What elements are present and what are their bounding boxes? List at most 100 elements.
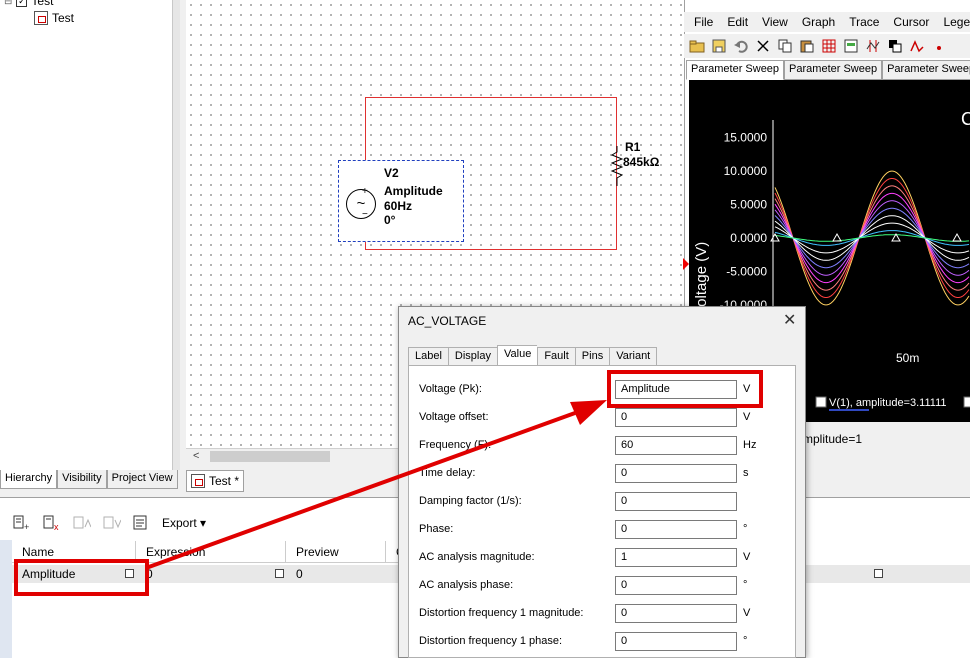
param-label: Frequency (F): xyxy=(419,439,492,451)
tab-label[interactable]: Label xyxy=(408,347,448,366)
legend-checkbox[interactable] xyxy=(815,396,827,408)
param-input[interactable]: 0 xyxy=(615,408,737,427)
col-header-expression[interactable]: Expression xyxy=(136,541,286,563)
plus-sign: + xyxy=(362,186,368,197)
ac-source-icon[interactable]: ~ xyxy=(346,189,376,219)
cell-preview[interactable]: 0 xyxy=(286,565,313,583)
grid-icon[interactable] xyxy=(820,37,838,55)
tab-hierarchy[interactable]: Hierarchy xyxy=(0,470,58,489)
overlay-icon[interactable] xyxy=(886,37,904,55)
tree-child-label: Test xyxy=(52,11,75,25)
tab-display[interactable]: Display xyxy=(447,347,497,366)
tree-scrollbar[interactable] xyxy=(172,0,180,470)
param-input[interactable]: 0 xyxy=(615,576,737,595)
tab-value[interactable]: Value xyxy=(497,345,538,366)
tab-pins[interactable]: Pins xyxy=(574,347,610,366)
grapher-tab-1[interactable]: Parameter Sweep xyxy=(686,60,785,80)
delete-row-icon[interactable]: x xyxy=(42,514,62,532)
cursors-icon[interactable] xyxy=(864,37,882,55)
sheet-tab-test[interactable]: Test * xyxy=(186,470,244,492)
tree-root-checkbox[interactable]: ✓ xyxy=(16,0,28,7)
grapher-toolbar xyxy=(684,34,970,58)
y-tick-label: -5.0000 xyxy=(726,265,767,279)
y-tick-label: 0.0000 xyxy=(730,231,767,245)
menu-trace[interactable]: Trace xyxy=(849,15,879,29)
waveform-icon[interactable] xyxy=(908,37,926,55)
param-input[interactable]: 1 xyxy=(615,548,737,567)
dialog-title: AC_VOLTAGE xyxy=(408,314,487,328)
canvas-scroll-thumb[interactable] xyxy=(210,451,330,462)
undo-icon[interactable] xyxy=(732,37,750,55)
open-folder-icon[interactable] xyxy=(688,37,706,55)
tab-project-view[interactable]: Project View xyxy=(106,470,178,489)
move-up-icon[interactable] xyxy=(72,514,92,532)
cut-icon[interactable] xyxy=(754,37,772,55)
spreadsheet-side-strip xyxy=(0,540,12,658)
tab-visibility[interactable]: Visibility xyxy=(57,470,107,489)
x-tick-label: 50m xyxy=(896,351,919,365)
tab-variant[interactable]: Variant xyxy=(609,347,658,366)
param-input[interactable]: 60 xyxy=(615,436,737,455)
grapher-tab-3[interactable]: Parameter Sweep xyxy=(882,60,970,80)
param-label: Damping factor (1/s): xyxy=(419,495,522,507)
grapher-tab-2[interactable]: Parameter Sweep xyxy=(784,60,883,80)
y-tick-label: 5.0000 xyxy=(730,198,767,212)
col-header-preview[interactable]: Preview xyxy=(286,541,386,563)
series-line xyxy=(774,234,970,242)
copy-icon[interactable] xyxy=(776,37,794,55)
left-panel-tabs: Hierarchy Visibility Project View xyxy=(0,470,185,490)
marker-icon[interactable] xyxy=(930,37,948,55)
close-icon[interactable]: ✕ xyxy=(783,310,796,330)
param-input[interactable]: 0 xyxy=(615,492,737,511)
param-unit: ° xyxy=(743,579,748,591)
y-tick-label: 10.0000 xyxy=(724,164,768,178)
param-label: Phase: xyxy=(419,523,454,535)
legend-checkbox-2[interactable] xyxy=(963,396,970,408)
tree-child-row[interactable]: Test xyxy=(34,11,74,25)
param-input[interactable]: 0 xyxy=(615,520,737,539)
schematic-doc-icon xyxy=(191,474,205,488)
tree-root-row[interactable]: ⊟ ✓ Test xyxy=(4,0,53,8)
legend-entry: V(1), amplitude=3.11111 xyxy=(829,397,947,409)
cell-edit-icon[interactable] xyxy=(275,569,284,578)
trace-marker xyxy=(952,232,962,242)
properties-icon[interactable] xyxy=(132,514,152,532)
param-input[interactable]: 0 xyxy=(615,604,737,623)
param-unit: ° xyxy=(743,635,748,647)
param-input[interactable]: 0 xyxy=(615,464,737,483)
menu-graph[interactable]: Graph xyxy=(802,15,835,29)
scroll-left-icon[interactable]: < xyxy=(193,450,199,462)
grapher-status-text: mplitude=1 xyxy=(803,432,863,446)
r1-name: R1 xyxy=(625,140,641,154)
grapher-tabs: Parameter Sweep Parameter Sweep Paramete… xyxy=(686,60,970,80)
sheet-tab-label: Test * xyxy=(209,474,240,488)
schematic-doc-icon xyxy=(34,11,48,25)
paste-icon[interactable] xyxy=(798,37,816,55)
param-label: Distortion frequency 1 phase: xyxy=(419,635,563,647)
param-input[interactable]: 0 xyxy=(615,632,737,651)
param-label: Distortion frequency 1 magnitude: xyxy=(419,607,584,619)
param-label: Voltage (Pk): xyxy=(419,383,482,395)
menu-cursor[interactable]: Cursor xyxy=(893,15,929,29)
tab-fault[interactable]: Fault xyxy=(537,347,575,366)
export-button[interactable]: Export ▾ xyxy=(162,516,206,530)
series-line xyxy=(774,178,970,298)
trace-marker xyxy=(832,232,842,242)
param-unit: V xyxy=(743,551,751,563)
menu-edit[interactable]: Edit xyxy=(727,15,748,29)
save-icon[interactable] xyxy=(710,37,728,55)
cell-edit-icon[interactable] xyxy=(874,569,883,578)
param-unit: s xyxy=(743,467,749,479)
move-down-icon[interactable] xyxy=(102,514,122,532)
menu-legend[interactable]: Legend xyxy=(943,15,970,29)
menu-view[interactable]: View xyxy=(762,15,788,29)
v2-name: V2 xyxy=(384,166,399,180)
param-unit: ° xyxy=(743,523,748,535)
series-line xyxy=(774,230,970,246)
param-label: AC analysis phase: xyxy=(419,579,514,591)
menu-file[interactable]: File xyxy=(694,15,713,29)
param-label: Voltage offset: xyxy=(419,411,489,423)
legend-toggle-icon[interactable] xyxy=(842,37,860,55)
add-row-icon[interactable]: + xyxy=(12,514,32,532)
r1-value: 845kΩ xyxy=(623,155,660,169)
